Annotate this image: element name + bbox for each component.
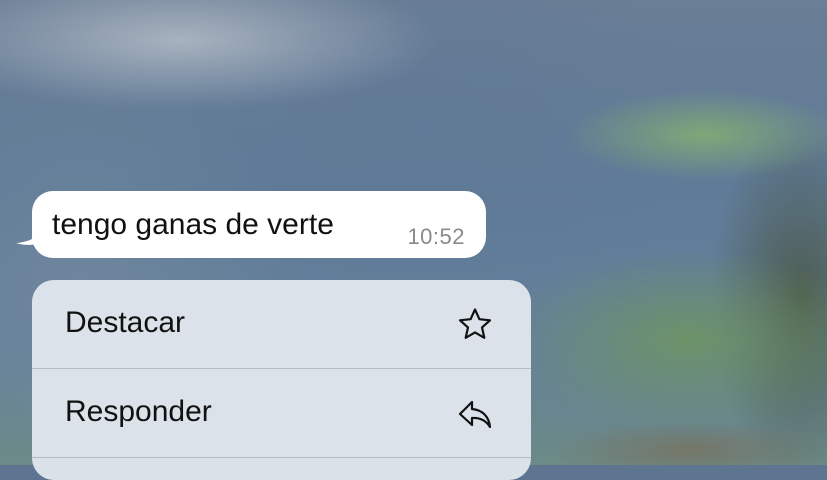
menu-divider [32,457,531,458]
message-context-menu: Destacar Responder [32,280,531,480]
star-icon [458,308,492,339]
message-bubble[interactable]: tengo ganas de verte 10:52 [32,191,486,258]
message-text: tengo ganas de verte [52,208,334,241]
reply-icon [458,400,492,429]
menu-item-label: Destacar [65,306,186,339]
menu-item-responder[interactable]: Responder [32,369,531,457]
message-timestamp: 10:52 [407,224,465,249]
menu-item-label: Responder [65,395,212,428]
menu-item-destacar[interactable]: Destacar [32,280,531,368]
blurred-background-detail [560,420,827,465]
